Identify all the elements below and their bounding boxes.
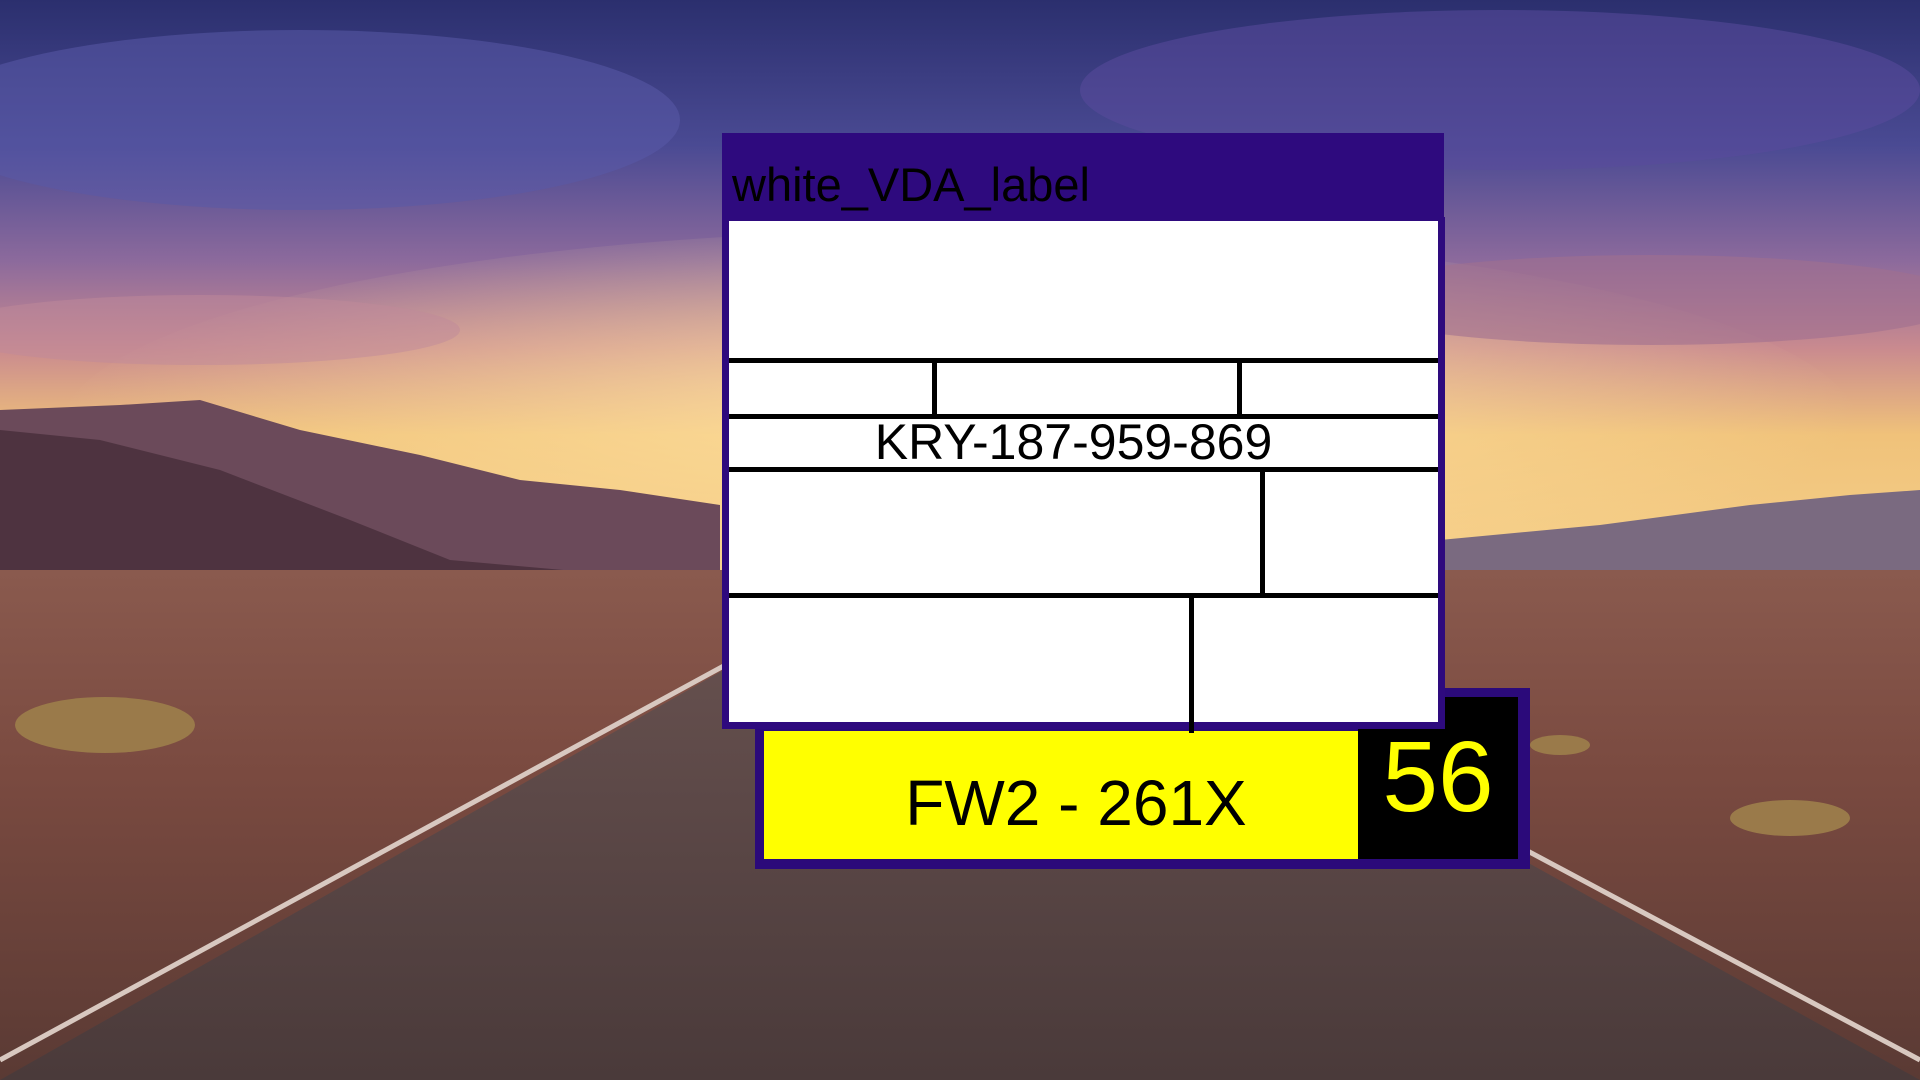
serial-number: KRY-187-959-869: [874, 414, 1273, 470]
label-titlebar[interactable]: white_VDA_label: [722, 133, 1444, 221]
column-divider: [1237, 358, 1242, 418]
column-divider: [1189, 593, 1194, 733]
vda-label-window: white_VDA_label KRY-187-959-869: [722, 133, 1445, 733]
plate-yellow-area: FW2 - 261X: [764, 731, 1358, 859]
column-divider: [932, 358, 937, 418]
label-body: KRY-187-959-869: [722, 217, 1445, 733]
row-divider: [729, 593, 1438, 598]
label-title: white_VDA_label: [732, 158, 1090, 211]
row-divider: [729, 358, 1438, 363]
desktop-scene: FW2 - 261X 56 white_VDA_label KRY-187-95…: [0, 0, 1920, 1080]
plate-number: 56: [1382, 721, 1494, 833]
column-divider: [1260, 467, 1265, 597]
plate-text: FW2 - 261X: [905, 767, 1247, 839]
